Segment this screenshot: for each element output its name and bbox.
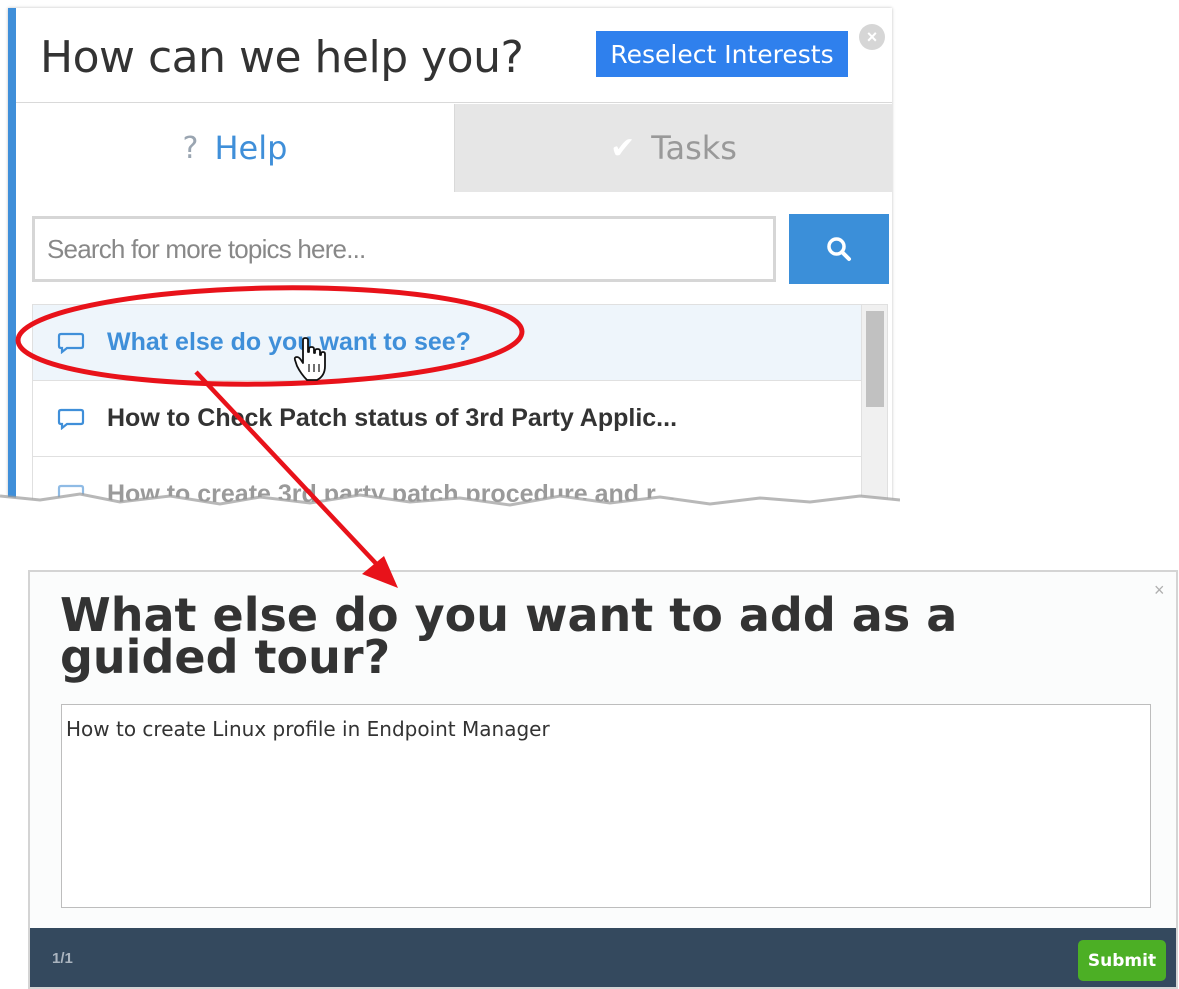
tab-help-label: Help <box>214 129 288 167</box>
search-button[interactable] <box>789 214 889 284</box>
tab-tasks[interactable]: ✔ Tasks <box>454 104 892 192</box>
page-indicator: 1/1 <box>52 950 73 967</box>
feedback-textarea[interactable]: How to create Linux profile in Endpoint … <box>61 704 1151 908</box>
list-item[interactable]: What else do you want to see? <box>33 305 861 381</box>
torn-edge-divider <box>0 492 900 528</box>
reselect-interests-button[interactable]: Reselect Interests <box>596 31 848 77</box>
close-icon[interactable]: × <box>1154 580 1165 601</box>
topic-label: How to Check Patch status of 3rd Party A… <box>107 404 678 432</box>
feedback-dialog: × What else do you want to add as a guid… <box>28 570 1178 989</box>
speech-bubble-icon <box>57 332 85 354</box>
dialog-title: What else do you want to add as a guided… <box>60 588 958 684</box>
submit-button[interactable]: Submit <box>1078 940 1166 981</box>
close-icon[interactable]: × <box>859 24 885 50</box>
topic-label: What else do you want to see? <box>107 328 471 356</box>
checkmark-icon: ✔ <box>610 130 636 166</box>
dialog-footer: 1/1 Submit <box>30 928 1176 987</box>
scrollbar-thumb[interactable] <box>866 311 884 407</box>
speech-bubble-icon <box>57 408 85 430</box>
search-icon <box>827 237 851 261</box>
tab-tasks-label: Tasks <box>651 129 737 167</box>
question-icon: ? <box>182 130 199 166</box>
search-input[interactable] <box>32 216 776 282</box>
help-panel-header: How can we help you? Reselect Interests … <box>16 8 892 103</box>
help-panel: How can we help you? Reselect Interests … <box>8 8 892 508</box>
tab-help[interactable]: ? Help <box>16 104 454 192</box>
list-item[interactable]: How to Check Patch status of 3rd Party A… <box>33 381 861 457</box>
tab-bar: ? Help ✔ Tasks <box>16 104 892 192</box>
help-panel-title: How can we help you? <box>40 32 524 83</box>
